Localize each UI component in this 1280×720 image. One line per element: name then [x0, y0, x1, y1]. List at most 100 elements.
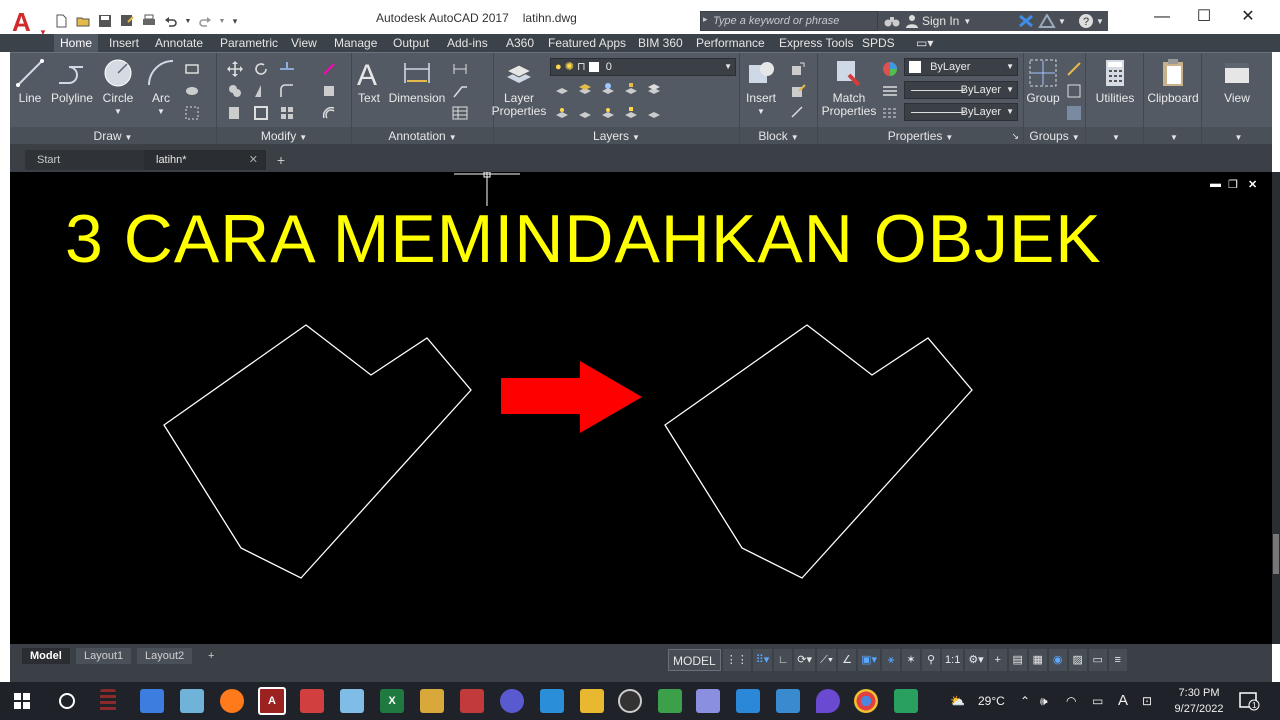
layer-unlock-icon[interactable] — [623, 105, 639, 121]
trim-icon[interactable] — [279, 61, 295, 77]
annotation-panel-title[interactable]: Annotation ▼ — [352, 127, 493, 145]
sign-in-button[interactable]: Sign In ▼ — [906, 11, 971, 31]
layer-lock-icon[interactable] — [623, 81, 639, 97]
new-drawing-tab-button[interactable]: + — [270, 150, 292, 170]
viewport-close-button[interactable]: ✕ — [1248, 178, 1257, 191]
customization-icon[interactable]: ▭ — [1088, 649, 1107, 671]
layers-panel-title[interactable]: Layers ▼ — [494, 127, 739, 145]
copy-icon[interactable] — [227, 83, 243, 99]
workspace-gear-icon[interactable]: ⚙▾ — [965, 649, 987, 671]
group-selection-icon[interactable] — [1066, 105, 1082, 121]
quick-properties-icon[interactable]: ▤ — [1008, 649, 1027, 671]
insert-block-button[interactable]: Insert ▼ — [744, 57, 778, 118]
moved-polygon[interactable] — [664, 324, 973, 579]
scrollbar-thumb[interactable] — [1273, 534, 1279, 574]
minimize-button[interactable]: — — [1142, 6, 1182, 28]
layer-isolate-icon[interactable] — [577, 81, 593, 97]
modify-panel-title[interactable]: Modify ▼ — [217, 127, 351, 145]
isometric-icon[interactable]: ⟋▾ — [817, 649, 837, 671]
group-button[interactable]: Group — [1026, 57, 1060, 105]
tab-express-tools[interactable]: Express Tools — [773, 34, 859, 52]
open-folder-icon[interactable] — [74, 12, 92, 30]
layer-dropdown[interactable]: ● ✺ ⊓ 0 ▼ — [550, 58, 736, 76]
chevron-up-icon[interactable]: ⌃ — [1020, 682, 1030, 720]
volume-icon[interactable]: 🕪 — [1040, 682, 1048, 720]
layer-unisolate-icon[interactable] — [577, 105, 593, 121]
clipboard-button[interactable]: Clipboard — [1146, 57, 1200, 105]
layer-walk-icon[interactable] — [646, 105, 662, 121]
original-polygon[interactable] — [163, 324, 472, 579]
view-button[interactable]: View — [1214, 57, 1260, 105]
file-explorer-icon[interactable] — [580, 689, 604, 713]
grid-icon[interactable]: ⋮⋮ — [722, 649, 751, 671]
text-button[interactable]: A Text — [354, 57, 384, 105]
autocad-taskbar-icon[interactable]: A — [258, 687, 286, 715]
maximize-button[interactable]: ☐ — [1184, 6, 1224, 28]
app-icon[interactable] — [180, 689, 204, 713]
tab-manage[interactable]: Manage — [328, 34, 383, 52]
erase-icon[interactable] — [321, 61, 337, 77]
search-input[interactable] — [713, 13, 873, 29]
attribute-icon[interactable] — [790, 105, 806, 121]
new-file-icon[interactable] — [52, 12, 70, 30]
menu-icon[interactable]: ≡ — [1108, 649, 1127, 671]
properties-panel-title[interactable]: Properties ▼ ↘ — [818, 127, 1023, 145]
circle-button[interactable]: Circle ▼ — [102, 57, 134, 118]
search-expand-icon[interactable]: ▸ — [703, 14, 711, 28]
redo-icon[interactable] — [196, 12, 214, 30]
ribbon-display-toggle[interactable]: ▭▾ — [910, 34, 939, 52]
windows-start-icon[interactable] — [10, 689, 34, 713]
object-snap-tracking-icon[interactable]: ∠ — [838, 649, 857, 671]
add-icon[interactable]: + — [988, 649, 1007, 671]
tab-drawing[interactable]: latihn* ✕ — [144, 150, 266, 170]
app-icon[interactable] — [500, 689, 524, 713]
match-properties-button[interactable]: Match Properties — [822, 57, 876, 118]
undo-icon[interactable] — [162, 12, 180, 30]
tab-view[interactable]: View — [285, 34, 323, 52]
excel-icon[interactable]: X — [380, 689, 404, 713]
utilities-panel-title[interactable]: ▼ — [1086, 127, 1143, 145]
system-clock[interactable]: 7:30 PM 9/27/2022 — [1168, 685, 1230, 717]
polyline-button[interactable]: Polyline — [50, 57, 94, 105]
explode-icon[interactable] — [321, 83, 337, 99]
layer-off-icon[interactable] — [554, 81, 570, 97]
redo-dropdown-icon[interactable]: ▼ — [218, 12, 226, 30]
mirror-icon[interactable] — [253, 83, 269, 99]
new-layout-button[interactable]: + — [200, 648, 222, 664]
store-icon[interactable] — [140, 689, 164, 713]
viewport-minimize-button[interactable]: ▬ — [1210, 178, 1221, 190]
plot-icon[interactable] — [140, 12, 158, 30]
stretch-icon[interactable] — [227, 105, 243, 121]
layer-thaw-icon[interactable] — [600, 105, 616, 121]
hatch-icon[interactable] — [184, 83, 200, 99]
dialog-launcher-icon[interactable]: ↘ — [1011, 127, 1019, 145]
offset-icon[interactable] — [321, 105, 337, 121]
weather-icon[interactable]: ⛅ — [950, 682, 965, 720]
lineweight-dropdown[interactable]: ByLayer ▼ — [904, 81, 1018, 99]
ungroup-icon[interactable] — [1066, 61, 1082, 77]
tab-output[interactable]: Output — [387, 34, 435, 52]
vertical-scrollbar[interactable] — [1272, 172, 1280, 644]
viewport-scale[interactable]: 1:1 — [942, 649, 964, 671]
layer-on-icon[interactable] — [554, 105, 570, 121]
app-icon[interactable] — [816, 689, 840, 713]
group-edit-icon[interactable] — [1066, 83, 1082, 99]
input-language[interactable]: A — [1118, 682, 1128, 720]
tab-start[interactable]: Start — [25, 150, 152, 170]
ime-icon[interactable]: ⊡ — [1142, 682, 1152, 720]
drawing-canvas[interactable]: 3 CARA MEMINDAHKAN OBJEK ▬ ❐ ✕ — [10, 172, 1272, 644]
fillet-icon[interactable] — [279, 83, 295, 99]
binoculars-icon[interactable] — [884, 11, 900, 31]
linear-dim-icon[interactable] — [452, 61, 468, 77]
tab-annotate[interactable]: Annotate — [149, 34, 209, 52]
close-icon[interactable]: ✕ — [249, 150, 258, 170]
utilities-button[interactable]: Utilities — [1090, 57, 1140, 105]
arc-button[interactable]: Arc ▼ — [146, 57, 176, 118]
tab-layout2[interactable]: Layout2 — [137, 648, 193, 664]
save-icon[interactable] — [96, 12, 114, 30]
line-button[interactable]: Line — [16, 57, 44, 105]
clipboard-panel-title[interactable]: ▼ — [1144, 127, 1201, 145]
hardware-acceleration-icon[interactable]: ◉ — [1048, 649, 1067, 671]
tab-insert[interactable]: Insert — [103, 34, 145, 52]
chrome-icon[interactable] — [854, 689, 878, 713]
